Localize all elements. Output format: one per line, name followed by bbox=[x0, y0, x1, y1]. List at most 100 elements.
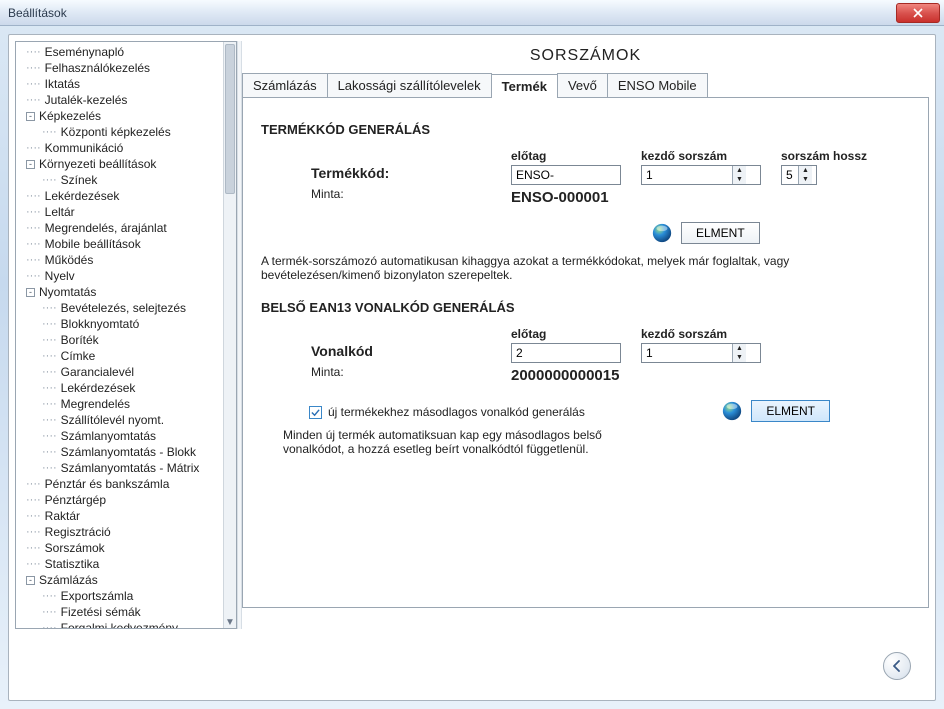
tree-indent-icon: ···· bbox=[26, 540, 41, 556]
tree-item-label: Címke bbox=[61, 348, 96, 364]
tree-item-label: Számlázás bbox=[39, 572, 98, 588]
tree-indent-icon: ···· bbox=[42, 380, 57, 396]
tab-lakoss-gi-sz-ll-t-levelek[interactable]: Lakossági szállítólevelek bbox=[327, 73, 492, 97]
tree-item[interactable]: ····Iktatás bbox=[22, 76, 217, 92]
chevron-down-icon[interactable]: ▼ bbox=[224, 616, 236, 628]
tree-item-label: Eseménynapló bbox=[45, 44, 124, 60]
back-button[interactable] bbox=[883, 652, 911, 680]
tree-item[interactable]: ····Statisztika bbox=[22, 556, 217, 572]
tree-item[interactable]: ····Mobile beállítások bbox=[22, 236, 217, 252]
section-title-productcode: TERMÉKKÓD GENERÁLÁS bbox=[261, 122, 910, 137]
tree-indent-icon: ···· bbox=[42, 412, 57, 428]
checkbox-secondary-barcode[interactable] bbox=[309, 406, 322, 419]
tree-item-label: Boríték bbox=[61, 332, 99, 348]
save-button-productcode[interactable]: ELMENT bbox=[681, 222, 760, 244]
chevron-down-icon[interactable]: ▼ bbox=[733, 353, 746, 362]
tree-scroll[interactable]: ····Eseménynapló····Felhasználókezelés··… bbox=[16, 42, 223, 628]
save-button-ean[interactable]: ELMENT bbox=[751, 400, 830, 422]
tab-page-termek: TERMÉKKÓD GENERÁLÁS Termékkód: Minta: el… bbox=[242, 98, 929, 608]
tree-item[interactable]: ····Fizetési sémák bbox=[38, 604, 217, 620]
tree-item[interactable]: ····Felhasználókezelés bbox=[22, 60, 217, 76]
tree-item[interactable]: ····Színek bbox=[38, 172, 217, 188]
tab-vev-[interactable]: Vevő bbox=[557, 73, 608, 97]
settings-tree: ····Eseménynapló····Felhasználókezelés··… bbox=[15, 41, 237, 629]
tree-item[interactable]: ····Eseménynapló bbox=[22, 44, 217, 60]
tree-item[interactable]: ···· Szállítólevél nyomt. bbox=[38, 412, 217, 428]
tree-item-label: Bevételezés, selejtezés bbox=[61, 300, 186, 316]
collapse-icon[interactable]: - bbox=[26, 576, 35, 585]
tree-item[interactable]: -Nyomtatás bbox=[22, 284, 217, 300]
tree-item-label: Szállítólevél nyomt. bbox=[61, 412, 164, 428]
info-text-ean: Minden új termék automatiksuan kap egy m… bbox=[283, 428, 643, 456]
chevron-up-icon[interactable]: ▲ bbox=[733, 166, 746, 175]
tree-item[interactable]: ····Jutalék-kezelés bbox=[22, 92, 217, 108]
tree-item[interactable]: ····Pénztár és bankszámla bbox=[22, 476, 217, 492]
collapse-icon[interactable]: - bbox=[26, 288, 35, 297]
tree-item[interactable]: ····Exportszámla bbox=[38, 588, 217, 604]
tree-item[interactable]: ····Számlanyomtatás - Blokk bbox=[38, 444, 217, 460]
collapse-icon[interactable]: - bbox=[26, 160, 35, 169]
arrow-left-icon bbox=[892, 660, 902, 672]
input-startnum-ean[interactable] bbox=[642, 344, 732, 362]
tree-item[interactable]: ····Nyelv bbox=[22, 268, 217, 284]
tree-indent-icon: ···· bbox=[26, 92, 41, 108]
tree-item[interactable]: ····Boríték bbox=[38, 332, 217, 348]
input-startnum-productcode[interactable] bbox=[642, 166, 732, 184]
sample-ean: 2000000000015 bbox=[511, 367, 621, 384]
tree-item[interactable]: ····Megrendelés bbox=[38, 396, 217, 412]
globe-icon bbox=[651, 222, 673, 244]
tree-item[interactable]: ····Raktár bbox=[22, 508, 217, 524]
spinner-startnum-productcode[interactable]: ▲▼ bbox=[641, 165, 761, 185]
tree-item[interactable]: ····Működés bbox=[22, 252, 217, 268]
tree-item[interactable]: ····Pénztárgép bbox=[22, 492, 217, 508]
tab-enso-mobile[interactable]: ENSO Mobile bbox=[607, 73, 708, 97]
caption-startnum-ean: kezdő sorszám bbox=[641, 327, 761, 341]
tree-item-label: Nyelv bbox=[45, 268, 75, 284]
tree-item[interactable]: ····Központi képkezelés bbox=[38, 124, 217, 140]
chevron-down-icon[interactable]: ▼ bbox=[799, 175, 812, 184]
tree-scrollbar[interactable]: ▲ ▼ bbox=[223, 42, 236, 628]
tree-item-label: Színek bbox=[61, 172, 98, 188]
tree-item[interactable]: ····Megrendelés, árajánlat bbox=[22, 220, 217, 236]
tree-item[interactable]: ····Sorszámok bbox=[22, 540, 217, 556]
chevron-up-icon[interactable]: ▲ bbox=[733, 344, 746, 353]
label-barcode: Vonalkód bbox=[311, 343, 511, 359]
tree-item[interactable]: ····Forgalmi kedvezmény bbox=[38, 620, 217, 628]
tree-item[interactable]: ····Számlanyomtatás bbox=[38, 428, 217, 444]
tree-item-label: Regisztráció bbox=[45, 524, 111, 540]
tree-item[interactable]: -Képkezelés bbox=[22, 108, 217, 124]
tree-item-label: Működés bbox=[45, 252, 94, 268]
collapse-icon[interactable]: - bbox=[26, 112, 35, 121]
tree-item[interactable]: ····Leltár bbox=[22, 204, 217, 220]
spinner-len-productcode[interactable]: ▲▼ bbox=[781, 165, 817, 185]
tree-item[interactable]: ····Számlanyomtatás - Mátrix bbox=[38, 460, 217, 476]
tab-term-k[interactable]: Termék bbox=[491, 74, 558, 98]
close-button[interactable] bbox=[896, 3, 940, 23]
tree-item[interactable]: ····Blokknyomtató bbox=[38, 316, 217, 332]
checkbox-label-secondary-barcode: új termékekhez másodlagos vonalkód gener… bbox=[328, 405, 585, 419]
tree-item[interactable]: ····Kommunikáció bbox=[22, 140, 217, 156]
spinner-startnum-ean[interactable]: ▲▼ bbox=[641, 343, 761, 363]
chevron-down-icon[interactable]: ▼ bbox=[733, 175, 746, 184]
tree-item[interactable]: ···· Regisztráció bbox=[22, 524, 217, 540]
tree-item[interactable]: -Számlázás bbox=[22, 572, 217, 588]
tree-indent-icon: ···· bbox=[26, 76, 41, 92]
scrollbar-thumb[interactable] bbox=[225, 44, 235, 194]
chevron-up-icon[interactable]: ▲ bbox=[799, 166, 812, 175]
tree-indent-icon: ···· bbox=[26, 524, 41, 540]
tree-indent-icon: ···· bbox=[42, 460, 57, 476]
tree-indent-icon: ···· bbox=[26, 556, 41, 572]
tree-item[interactable]: -Környezeti beállítások bbox=[22, 156, 217, 172]
tree-indent-icon: ···· bbox=[26, 492, 41, 508]
tree-item[interactable]: ····Lekérdezések bbox=[38, 380, 217, 396]
tree-indent-icon: ···· bbox=[42, 428, 57, 444]
input-prefix-ean[interactable] bbox=[511, 343, 621, 363]
tab-sz-ml-z-s[interactable]: Számlázás bbox=[242, 73, 328, 97]
input-len-productcode[interactable] bbox=[782, 166, 798, 184]
caption-startnum-pc: kezdő sorszám bbox=[641, 149, 761, 163]
tree-item[interactable]: ····Bevételezés, selejtezés bbox=[38, 300, 217, 316]
tree-item[interactable]: ····Garancialevél bbox=[38, 364, 217, 380]
input-prefix-productcode[interactable] bbox=[511, 165, 621, 185]
tree-item[interactable]: ····Lekérdezések bbox=[22, 188, 217, 204]
tree-item[interactable]: ····Címke bbox=[38, 348, 217, 364]
